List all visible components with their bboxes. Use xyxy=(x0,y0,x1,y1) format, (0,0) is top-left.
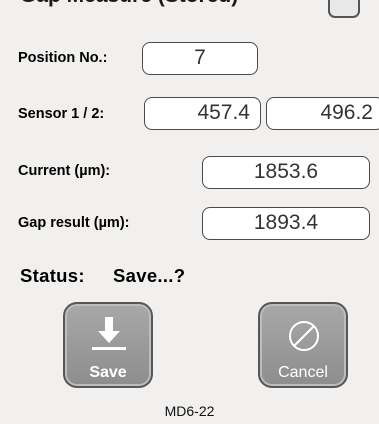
save-button[interactable]: Save xyxy=(63,302,153,388)
footer-label: MD6-22 xyxy=(164,403,215,419)
sensor2-field[interactable]: 496.2 xyxy=(266,97,379,130)
current-field[interactable]: 1853.6 xyxy=(202,156,370,189)
cancel-button[interactable]: Cancel xyxy=(258,302,348,388)
cancel-button-label: Cancel xyxy=(278,364,328,381)
gap-result-label: Gap result (µm): xyxy=(18,215,130,231)
status-value: Save...? xyxy=(113,265,186,286)
no-entry-icon xyxy=(289,321,319,351)
title-bar: Gap Measure (Stored) xyxy=(0,0,379,22)
download-arrow-icon xyxy=(92,317,126,350)
menu-button[interactable] xyxy=(328,0,360,18)
status-label: Status: xyxy=(20,265,85,286)
position-field[interactable]: 7 xyxy=(142,42,258,75)
gap-result-field[interactable]: 1893.4 xyxy=(202,207,370,240)
page-title: Gap Measure (Stored) xyxy=(20,0,238,8)
position-label: Position No.: xyxy=(18,50,108,66)
sensor-label: Sensor 1 / 2: xyxy=(18,106,105,122)
sensor1-field[interactable]: 457.4 xyxy=(144,97,261,130)
current-label: Current (µm): xyxy=(18,163,111,179)
save-button-label: Save xyxy=(89,364,127,381)
